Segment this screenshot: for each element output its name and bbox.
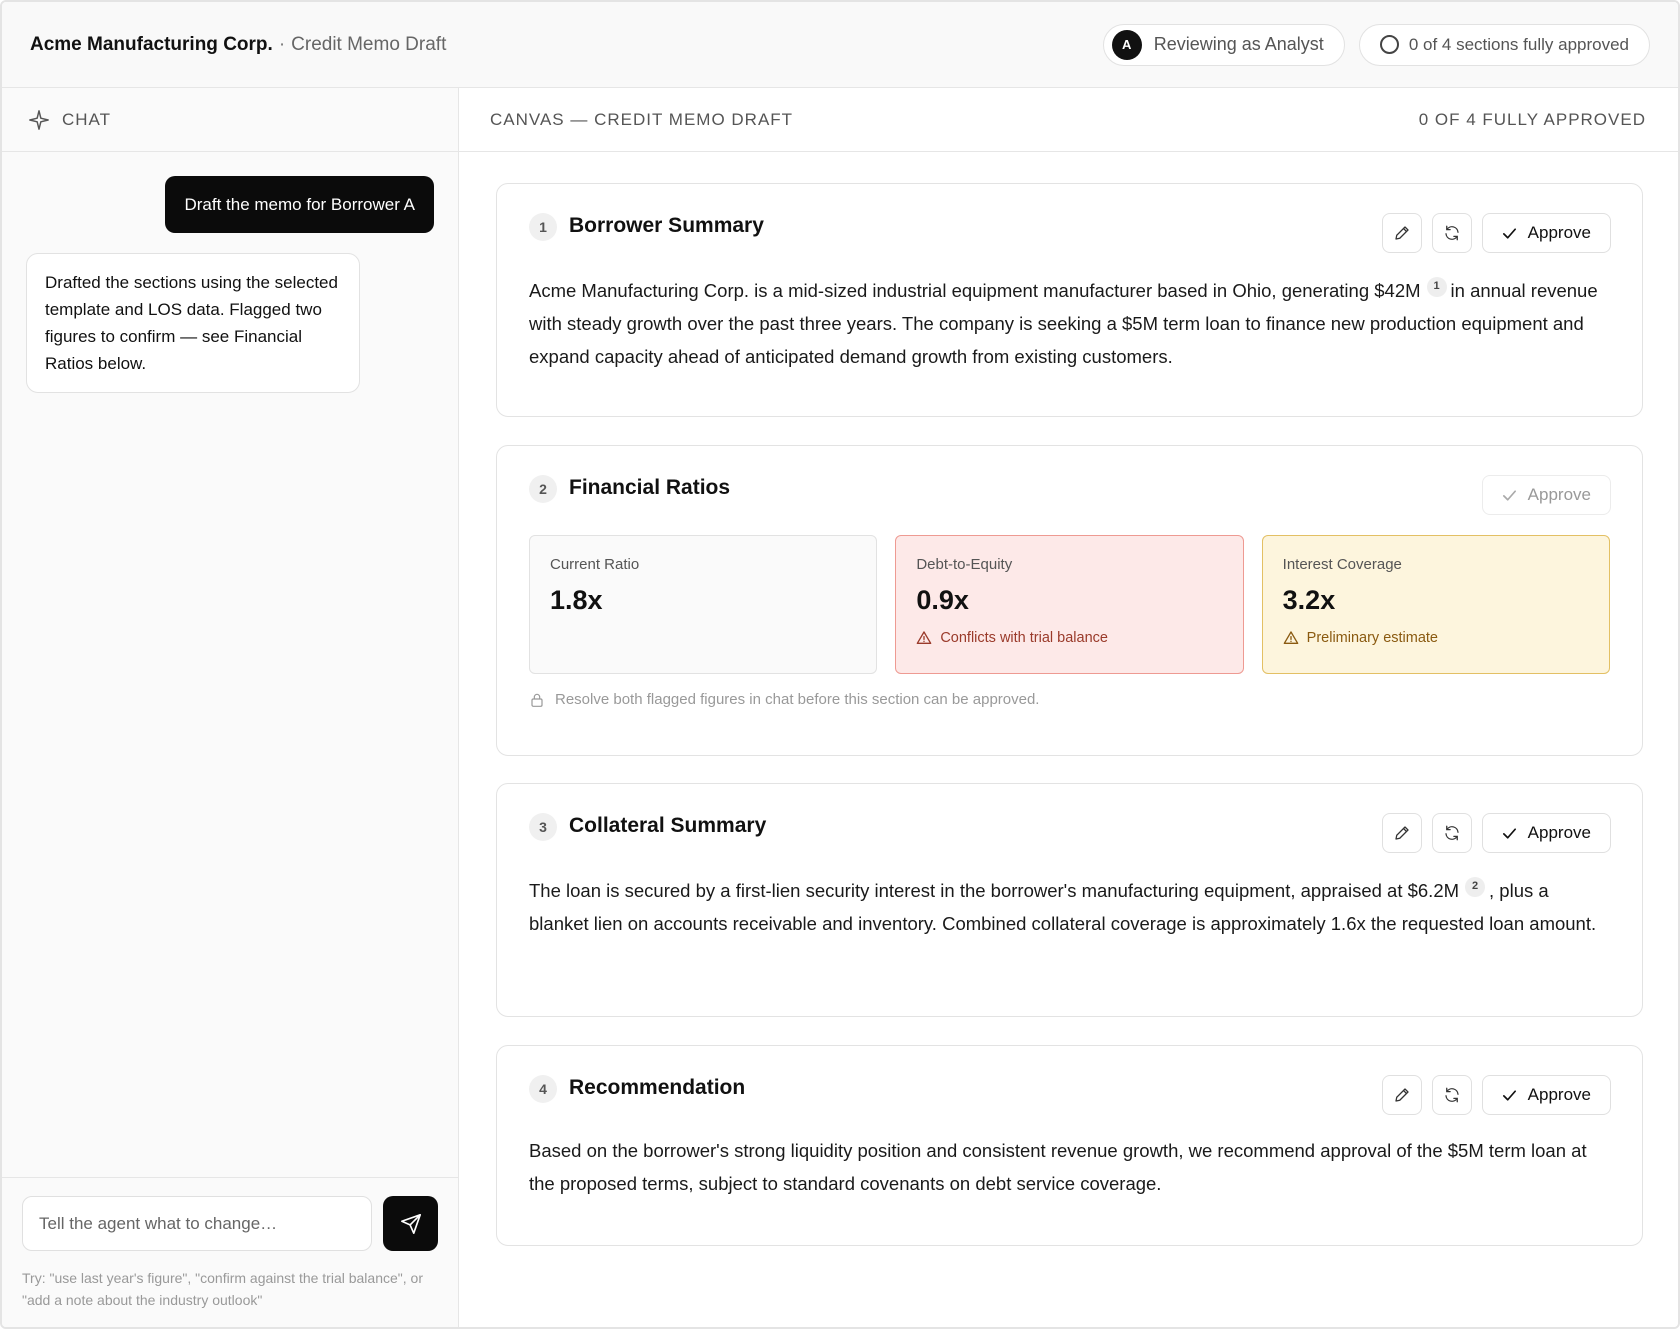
regenerate-button[interactable] — [1431, 813, 1472, 853]
approval-status-pill: 0 of 4 sections fully approved — [1358, 23, 1650, 66]
section-body: Based on the borrower's strong liquidity… — [529, 1140, 1587, 1194]
chat-composer: Try: "use last year's figure", "confirm … — [2, 1177, 458, 1327]
regenerate-button[interactable] — [1431, 1075, 1472, 1115]
regenerate-button[interactable] — [1431, 213, 1472, 253]
section-number: 3 — [529, 813, 557, 841]
metric-value: 3.2x — [1282, 585, 1336, 615]
pencil-icon — [1395, 1088, 1409, 1102]
footnote-marker[interactable]: 1 — [1426, 276, 1447, 297]
metric-value: 1.8x — [550, 585, 603, 615]
warning-triangle-icon — [916, 631, 932, 644]
section-number: 4 — [529, 1075, 557, 1103]
canvas-header: CANVAS — CREDIT MEMO DRAFT 0 OF 4 FULLY … — [459, 88, 1678, 152]
footnote-marker[interactable]: 2 — [1465, 876, 1486, 897]
pencil-icon — [1395, 226, 1409, 240]
metric-debt-to-equity[interactable]: Debt-to-Equity 0.9x Conflicts with trial… — [895, 535, 1244, 674]
section-actions: Approve — [1481, 475, 1611, 515]
approve-label: Approve — [1527, 823, 1591, 842]
section-text: The loan is secured by a first-lien secu… — [529, 880, 1460, 901]
app-window: Acme Manufacturing Corp. · Credit Memo D… — [0, 0, 1680, 1329]
section-card-borrower-summary: 1 Borrower Summary Approve Acme Manufact… — [496, 183, 1643, 417]
company-name: Acme Manufacturing Corp. — [30, 33, 273, 55]
approval-lock-text: Resolve both flagged figures in chat bef… — [555, 691, 1040, 708]
section-text: Acme Manufacturing Corp. is a mid-sized … — [529, 280, 1421, 301]
section-title: Collateral Summary — [569, 814, 767, 837]
approve-button[interactable]: Approve — [1481, 813, 1611, 853]
metric-flag: Conflicts with trial balance — [916, 630, 1222, 646]
section-number: 1 — [529, 213, 557, 241]
send-button[interactable] — [383, 1196, 438, 1251]
canvas-panel: CANVAS — CREDIT MEMO DRAFT 0 OF 4 FULLY … — [459, 88, 1678, 1327]
canvas-title: CANVAS — CREDIT MEMO DRAFT — [490, 109, 794, 129]
header-pills: A Reviewing as Analyst 0 of 4 sections f… — [1102, 23, 1650, 66]
approve-label: Approve — [1527, 1085, 1591, 1104]
section-actions: Approve — [1381, 1075, 1611, 1115]
top-bar: Acme Manufacturing Corp. · Credit Memo D… — [2, 2, 1678, 88]
chat-title: CHAT — [62, 109, 112, 129]
document-subtitle: Credit Memo Draft — [291, 33, 447, 55]
check-icon — [1502, 227, 1516, 239]
metric-flag-text: Preliminary estimate — [1306, 630, 1438, 646]
metric-label: Current Ratio — [550, 556, 640, 573]
metric-label: Debt-to-Equity — [916, 556, 1013, 573]
approval-status-label: 0 of 4 sections fully approved — [1408, 34, 1629, 54]
metric-flag-text: Conflicts with trial balance — [940, 630, 1108, 646]
section-title: Financial Ratios — [569, 476, 731, 499]
section-number: 2 — [529, 475, 557, 503]
ratio-metrics: Current Ratio 1.8x Debt-to-Equity 0.9x C… — [529, 535, 1610, 674]
metric-value: 0.9x — [916, 585, 969, 615]
check-icon — [1502, 827, 1516, 839]
approve-button-disabled[interactable]: Approve — [1481, 475, 1611, 515]
sparkle-icon — [29, 109, 49, 130]
section-body: Acme Manufacturing Corp. is a mid-sized … — [529, 274, 1610, 373]
user-message: Draft the memo for Borrower A — [165, 176, 434, 233]
status-circle-icon — [1379, 35, 1399, 54]
edit-button[interactable] — [1381, 1075, 1422, 1115]
approval-lock-note: Resolve both flagged figures in chat bef… — [529, 691, 1039, 708]
metric-flag: Preliminary estimate — [1283, 630, 1589, 646]
section-card-recommendation: 4 Recommendation Approve Based on the bo… — [496, 1045, 1643, 1246]
section-card-collateral-summary: 3 Collateral Summary Approve The loan is… — [496, 783, 1643, 1017]
refresh-icon — [1445, 1087, 1459, 1103]
section-body: The loan is secured by a first-lien secu… — [529, 874, 1610, 940]
section-title: Recommendation — [569, 1076, 746, 1099]
edit-button[interactable] — [1381, 813, 1422, 853]
agent-message: Drafted the sections using the selected … — [26, 253, 360, 393]
section-actions: Approve — [1381, 813, 1611, 853]
chat-hint: Try: "use last year's figure", "confirm … — [22, 1270, 423, 1308]
pencil-icon — [1395, 826, 1409, 840]
paper-plane-icon — [400, 1213, 421, 1234]
chat-header: CHAT — [2, 88, 458, 152]
refresh-icon — [1445, 225, 1459, 241]
lock-icon — [531, 693, 543, 707]
title-separator: · — [278, 33, 286, 55]
approve-button[interactable]: Approve — [1481, 1075, 1611, 1115]
approve-button[interactable]: Approve — [1481, 213, 1611, 253]
canvas-approval-status: 0 OF 4 FULLY APPROVED — [1418, 109, 1646, 129]
approve-label: Approve — [1527, 223, 1591, 242]
chat-input[interactable] — [22, 1196, 372, 1251]
section-title: Borrower Summary — [569, 214, 764, 237]
refresh-icon — [1445, 825, 1459, 841]
section-card-financial-ratios: 2 Financial Ratios Approve Current Ratio… — [496, 445, 1643, 756]
metric-interest-coverage[interactable]: Interest Coverage 3.2x Preliminary estim… — [1261, 535, 1610, 674]
section-actions: Approve — [1381, 213, 1611, 253]
avatar: A — [1111, 29, 1142, 60]
chat-panel: CHAT Draft the memo for Borrower A Draft… — [2, 88, 459, 1327]
metric-current-ratio: Current Ratio 1.8x — [529, 535, 878, 674]
edit-button[interactable] — [1381, 213, 1422, 253]
reviewer-role-label: Reviewing as Analyst — [1153, 34, 1324, 54]
reviewer-role-pill[interactable]: A Reviewing as Analyst — [1102, 23, 1345, 66]
warning-triangle-icon — [1283, 631, 1298, 644]
check-icon — [1502, 1089, 1516, 1101]
metric-label: Interest Coverage — [1282, 556, 1402, 573]
check-icon — [1502, 489, 1516, 501]
approve-label: Approve — [1527, 485, 1591, 504]
